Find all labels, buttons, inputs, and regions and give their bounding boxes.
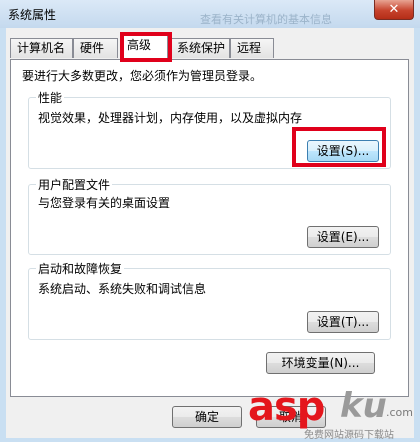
watermark-ku: ku (340, 386, 387, 426)
background-window-text: 查看有关计算机的基本信息 (200, 13, 332, 26)
tab-remote[interactable]: 远程 (230, 38, 274, 58)
close-icon: ✕ (388, 2, 400, 17)
performance-desc: 视觉效果，处理器计划，内存使用，以及虚拟内存 (38, 111, 303, 125)
performance-title: 性能 (36, 89, 65, 106)
profiles-desc: 与您登录有关的桌面设置 (38, 196, 171, 210)
aspku-watermark: asp ku .com 免费网站源码下载站 (248, 384, 420, 442)
admin-note: 要进行大多数更改，您必须作为管理员登录。 (22, 69, 263, 83)
tab-hardware[interactable]: 硬件 (73, 38, 118, 58)
profiles-settings-button[interactable]: 设置(E)... (307, 226, 379, 248)
button-highlight-box (292, 127, 386, 167)
watermark-brand: asp (248, 384, 325, 430)
window-title: 系统属性 (8, 8, 57, 22)
close-button[interactable]: ✕ (374, 0, 414, 20)
watermark-subtitle: 免费网站源码下载站 (304, 430, 394, 441)
startup-title: 启动和故障恢复 (36, 260, 125, 277)
title-bar: 系统属性 查看有关计算机的基本信息 ✕ (0, 0, 420, 28)
tab-system-protection[interactable]: 系统保护 (170, 38, 230, 58)
profiles-title: 用户配置文件 (36, 176, 113, 193)
startup-desc: 系统启动、系统失败和调试信息 (38, 282, 207, 296)
startup-settings-button[interactable]: 设置(T)... (307, 311, 379, 333)
ok-button[interactable]: 确定 (172, 406, 242, 428)
tab-computer-name[interactable]: 计算机名 (10, 38, 73, 58)
tab-highlight-box (120, 32, 172, 62)
environment-variables-button[interactable]: 环境变量(N)... (266, 352, 375, 374)
watermark-dotcom: .com (386, 406, 413, 419)
